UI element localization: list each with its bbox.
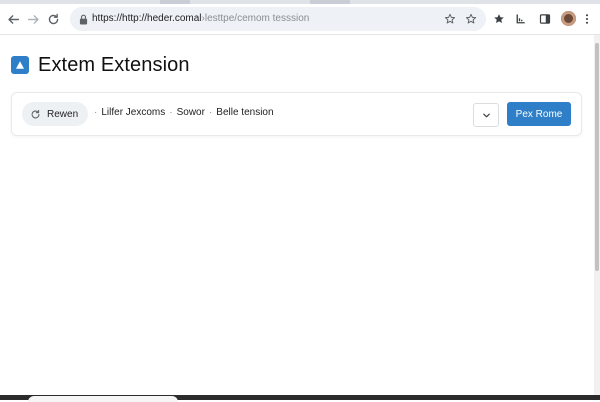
arrow-right-icon [27,13,40,26]
extension-page: Extem Extension Rewen · Lilfer Jexcoms ·… [0,35,594,395]
url-path: ›lesttpe/cemom tesssion [201,13,310,24]
filter-separator: · [94,107,98,118]
forward-button[interactable] [24,10,42,28]
profile-avatar[interactable] [561,11,576,26]
bookmarks-star-filled-icon[interactable] [491,11,507,27]
zoom-star-outline-icon[interactable] [443,12,457,26]
url-host: https://http://heder.comal [92,13,202,24]
address-bar[interactable]: https://http://heder.comal›lesttpe/cemom… [70,7,486,31]
side-panel-icon[interactable] [537,11,553,27]
vertical-scrollbar[interactable] [594,35,600,395]
arrow-left-icon [7,13,20,26]
filter-item[interactable]: Belle tension [216,107,273,118]
filter-item[interactable]: Lilfer Jexcoms [101,107,165,118]
rewen-chip-button[interactable]: Rewen [22,102,89,126]
page-header: Extem Extension [11,54,190,76]
lock-icon[interactable] [76,12,90,26]
bottom-bar [0,395,600,402]
browser-toolbar: https://http://heder.comal›lesttpe/cemom… [0,4,600,35]
kebab-menu-icon[interactable] [581,11,593,27]
filter-separator: · [169,107,173,118]
reload-button[interactable] [44,10,62,28]
extension-toolbar-card: Rewen · Lilfer Jexcoms · Sowor · Belle t… [11,92,582,136]
triangle-logo-icon [11,56,29,74]
url-text[interactable]: https://http://heder.comal›lesttpe/cemom… [92,13,309,25]
chip-label: Rewen [47,108,79,120]
primary-action-button[interactable]: Pex Rome [507,102,571,126]
chevron-down-icon [482,111,491,120]
bookmark-star-outline-icon[interactable] [464,12,478,26]
scrollbar-thumb[interactable] [595,43,599,271]
filter-list: · Lilfer Jexcoms · Sowor · Belle tension [90,107,274,118]
filter-separator: · [208,107,213,118]
filter-item[interactable]: Sowor [177,107,205,118]
chart-icon[interactable] [513,11,529,27]
page-title: Extem Extension [38,53,190,76]
back-button[interactable] [4,10,22,28]
bottom-tab-pill[interactable] [28,396,178,402]
reload-icon [47,13,60,26]
dropdown-button[interactable] [473,103,499,127]
refresh-icon [30,109,41,120]
